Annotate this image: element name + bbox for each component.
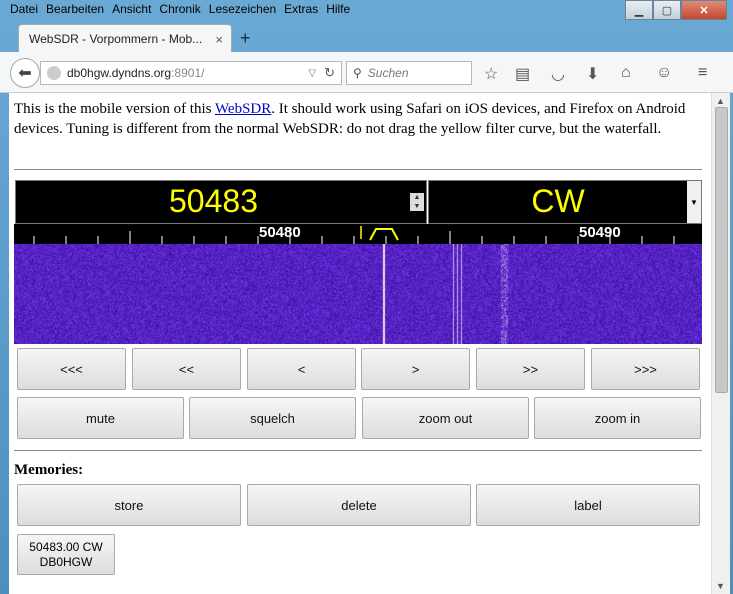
url-port: :8901/	[171, 66, 205, 80]
browser-window: Datei Bearbeiten Ansicht Chronik Lesezei…	[0, 0, 733, 594]
memories-heading: Memories:	[14, 462, 84, 478]
frequency-scale[interactable]: 50480 50490	[14, 224, 702, 244]
menu-chronik[interactable]: Chronik	[155, 0, 204, 20]
search-box[interactable]: ⚲ Suchen	[346, 61, 472, 85]
tune-down-medium-button[interactable]: <<	[132, 348, 241, 390]
scale-label-50480: 50480	[259, 224, 301, 241]
scroll-thumb[interactable]	[715, 107, 728, 393]
mute-button[interactable]: mute	[17, 397, 184, 439]
site-info-icon[interactable]	[47, 66, 61, 80]
menu-bar: Datei Bearbeiten Ansicht Chronik Lesezei…	[6, 0, 354, 20]
page-content: This is the mobile version of this WebSD…	[9, 93, 711, 594]
bookmark-star-icon[interactable]: ☆	[484, 64, 498, 84]
mode-value: CW	[531, 183, 585, 219]
squelch-button[interactable]: squelch	[189, 397, 356, 439]
menu-extras[interactable]: Extras	[280, 0, 322, 20]
zoom-in-button[interactable]: zoom in	[534, 397, 701, 439]
url-dropdown-icon[interactable]: ▽	[308, 68, 316, 79]
bookmarks-list-icon[interactable]: ▤	[515, 64, 530, 84]
minimize-button[interactable]: ▁	[625, 0, 653, 20]
store-memory-button[interactable]: store	[17, 484, 241, 526]
chevron-down-icon[interactable]: ▼	[687, 181, 701, 223]
tune-down-large-button[interactable]: <<<	[17, 348, 126, 390]
pocket-icon[interactable]: ◡	[551, 64, 565, 84]
tune-down-small-button[interactable]: <	[247, 348, 356, 390]
close-window-button[interactable]: ✕	[681, 0, 727, 20]
reload-icon[interactable]: ↻	[324, 65, 335, 81]
scroll-up-icon[interactable]: ▲	[716, 96, 725, 106]
maximize-button[interactable]: ▢	[653, 0, 681, 20]
zoom-out-button[interactable]: zoom out	[362, 397, 529, 439]
navigation-bar: ⬅ db0hgw.dyndns.org:8901/ ▽ ↻ ⚲ Suchen ☆…	[0, 52, 733, 93]
menu-icon[interactable]: ≡	[698, 64, 707, 82]
new-tab-button[interactable]: +	[240, 28, 251, 49]
label-memory-button[interactable]: label	[476, 484, 700, 526]
scroll-down-icon[interactable]: ▼	[716, 581, 725, 591]
window-controls: ▁ ▢ ✕	[625, 0, 727, 20]
tab-websdr[interactable]: WebSDR - Vorpommern - Mob... ×	[18, 24, 232, 53]
scale-label-50490: 50490	[579, 224, 621, 241]
url-host: db0hgw.dyndns.org	[67, 66, 172, 80]
tab-strip: WebSDR - Vorpommern - Mob... × +	[0, 22, 733, 53]
memory-entry-frequency: 50483.00 CW	[29, 540, 103, 554]
back-arrow-icon: ⬅	[18, 65, 32, 82]
divider	[14, 450, 702, 451]
tune-up-large-button[interactable]: >>>	[591, 348, 700, 390]
search-icon: ⚲	[353, 66, 362, 80]
url-text[interactable]: db0hgw.dyndns.org:8901/	[67, 66, 308, 80]
tune-up-medium-button[interactable]: >>	[476, 348, 585, 390]
search-placeholder: Suchen	[367, 66, 409, 80]
mode-select[interactable]: CW ▼	[428, 180, 702, 224]
menu-hilfe[interactable]: Hilfe	[322, 0, 354, 20]
waterfall-display[interactable]	[14, 244, 702, 344]
intro-text: This is the mobile version of this WebSD…	[14, 99, 704, 139]
back-button[interactable]: ⬅	[10, 58, 40, 88]
menu-lesezeichen[interactable]: Lesezeichen	[205, 0, 280, 20]
menu-datei[interactable]: Datei	[6, 0, 42, 20]
frequency-display[interactable]: 50483 ▲ ▼	[15, 180, 427, 224]
frequency-spinner[interactable]: ▲ ▼	[410, 193, 424, 211]
tab-close-icon[interactable]: ×	[215, 32, 223, 47]
download-icon[interactable]: ⬇	[586, 64, 599, 84]
divider	[14, 169, 702, 170]
memory-entry-button[interactable]: 50483.00 CW DB0HGW	[17, 534, 115, 575]
intro-before: This is the mobile version of this	[14, 101, 215, 117]
delete-memory-button[interactable]: delete	[247, 484, 471, 526]
frequency-value[interactable]: 50483	[16, 183, 411, 220]
tune-up-small-button[interactable]: >	[361, 348, 470, 390]
vertical-scrollbar[interactable]: ▲ ▼	[711, 93, 730, 594]
hello-icon[interactable]: ☺	[656, 64, 672, 82]
home-icon[interactable]: ⌂	[621, 64, 631, 82]
websdr-link[interactable]: WebSDR	[215, 101, 271, 117]
menu-ansicht[interactable]: Ansicht	[108, 0, 155, 20]
menu-bearbeiten[interactable]: Bearbeiten	[42, 0, 108, 20]
memory-entry-station: DB0HGW	[39, 555, 93, 569]
url-bar[interactable]: db0hgw.dyndns.org:8901/ ▽ ↻	[40, 61, 342, 85]
tab-title: WebSDR - Vorpommern - Mob...	[29, 32, 203, 46]
